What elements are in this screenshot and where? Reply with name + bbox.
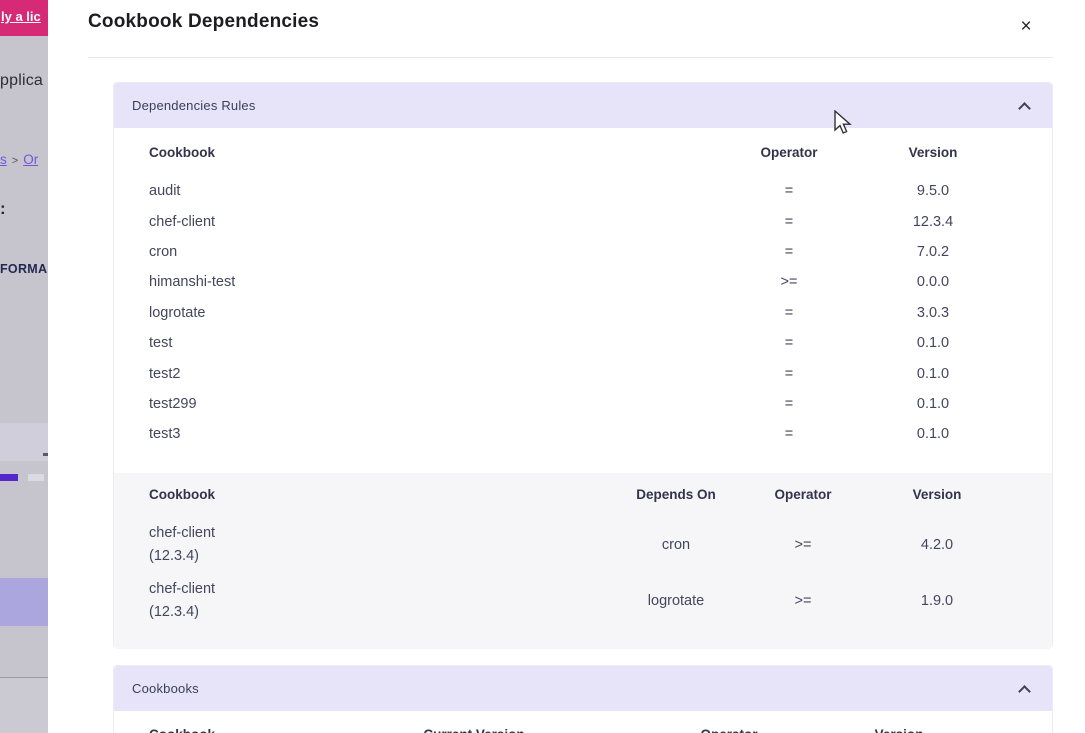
background-title-snippet: : [0, 199, 6, 219]
table-row: test = 0.1.0 [114, 328, 1052, 358]
col-header-cookbook: Cookbook [149, 128, 215, 176]
screen: ly a lic pplica s > Or : FORMA Cookbook De… [0, 0, 1085, 733]
cell-version: 12.3.4 [913, 206, 953, 236]
cell-cookbook: himanshi-test [149, 267, 235, 297]
cell-operator: >= [795, 573, 812, 629]
modal-title: Cookbook Dependencies [88, 11, 319, 33]
cell-operator: = [785, 358, 793, 388]
close-icon[interactable]: × [1013, 14, 1039, 40]
cell-cookbook: cron [149, 237, 177, 267]
chevron-up-icon [1018, 100, 1030, 112]
dependencies-rules-header[interactable]: Dependencies Rules [114, 83, 1052, 128]
title-divider [88, 57, 1053, 58]
cell-operator: = [785, 176, 793, 206]
col-header-cookbook: Cookbook [149, 473, 215, 517]
cookbooks-title: Cookbooks [132, 681, 199, 696]
cell-version: 7.0.2 [917, 237, 949, 267]
cookbooks-table-header: Cookbook Current Version Operator Versio… [114, 711, 1052, 733]
breadcrumb-link-org[interactable]: Or [23, 152, 38, 167]
cell-version: 4.2.0 [921, 517, 953, 573]
cell-operator: = [785, 237, 793, 267]
table-row: chef-client = 12.3.4 [114, 206, 1052, 236]
dimmed-background-page: ly a lic pplica s > Or : FORMA [0, 0, 48, 733]
cell-version: 3.0.3 [917, 298, 949, 328]
cell-version: 0.1.0 [917, 358, 949, 388]
background-panel-fragment [0, 423, 48, 461]
col-header-version: Version [913, 473, 962, 517]
background-selected-row [0, 578, 48, 626]
dependencies-rules-card: Dependencies Rules Cookbook Operator Ver… [113, 82, 1053, 648]
cell-version: 0.1.0 [917, 419, 949, 449]
background-tab-snippet: FORMA [0, 262, 47, 276]
col-header-operator: Operator [774, 473, 831, 517]
cookbooks-header[interactable]: Cookbooks [114, 666, 1052, 711]
col-header-depends-on: Depends On [636, 473, 716, 517]
rules-table: Cookbook Operator Version audit = 9.5.0 … [114, 128, 1052, 450]
license-banner-link[interactable]: ly a lic [1, 9, 41, 24]
table-row: chef-client(12.3.4) cron >= 4.2.0 [114, 517, 1052, 573]
cell-operator: >= [781, 267, 798, 297]
cell-depends-on: logrotate [648, 573, 704, 629]
chevron-up-icon [1018, 683, 1030, 695]
background-heading-snippet: pplica [0, 72, 43, 90]
depends-table-header: Cookbook Depends On Operator Version [114, 473, 1052, 517]
col-header-operator: Operator [760, 128, 817, 176]
cell-cookbook: logrotate [149, 298, 205, 328]
background-progress-bar-rest [28, 474, 44, 481]
col-header-operator: Operator [700, 727, 757, 733]
cell-version: 9.5.0 [917, 176, 949, 206]
table-row: audit = 9.5.0 [114, 176, 1052, 206]
table-row: logrotate = 3.0.3 [114, 298, 1052, 328]
cell-cookbook: audit [149, 176, 180, 206]
col-header-cookbook: Cookbook [149, 727, 215, 733]
cell-version: 0.1.0 [917, 328, 949, 358]
cell-cookbook: test3 [149, 419, 180, 449]
table-row: chef-client(12.3.4) logrotate >= 1.9.0 [114, 573, 1052, 629]
cookbooks-card: Cookbooks Cookbook Current Version Opera… [113, 665, 1053, 733]
table-row: himanshi-test >= 0.0.0 [114, 267, 1052, 297]
cell-operator: = [785, 389, 793, 419]
background-row-fragment [0, 678, 48, 733]
cell-operator: = [785, 206, 793, 236]
table-row: test2 = 0.1.0 [114, 358, 1052, 388]
table-row: test299 = 0.1.0 [114, 389, 1052, 419]
cell-version: 1.9.0 [921, 573, 953, 629]
cell-cookbook: test2 [149, 358, 180, 388]
col-header-version: Version [909, 128, 958, 176]
cell-cookbook: test [149, 328, 172, 358]
breadcrumb: s > Or [0, 152, 38, 167]
background-progress-bar-active [0, 474, 18, 481]
col-header-version: Version [875, 727, 924, 733]
depends-on-table: Cookbook Depends On Operator Version che… [114, 473, 1052, 649]
cell-version: 0.0.0 [917, 267, 949, 297]
cell-cookbook: test299 [149, 389, 197, 419]
table-row: test3 = 0.1.0 [114, 419, 1052, 449]
breadcrumb-link-left[interactable]: s [0, 152, 7, 167]
col-header-current-version: Current Version [423, 727, 524, 733]
cell-operator: >= [795, 517, 812, 573]
license-banner: ly a lic [0, 0, 48, 36]
rules-table-header: Cookbook Operator Version [114, 128, 1052, 176]
dependencies-rules-title: Dependencies Rules [132, 98, 256, 113]
cookbook-dependencies-modal: Cookbook Dependencies × Dependencies Rul… [48, 0, 1085, 733]
breadcrumb-separator-icon: > [12, 155, 18, 167]
cell-cookbook: chef-client(12.3.4) [149, 573, 215, 629]
cell-depends-on: cron [662, 517, 690, 573]
cell-operator: = [785, 328, 793, 358]
cell-operator: = [785, 419, 793, 449]
cell-operator: = [785, 298, 793, 328]
cell-cookbook: chef-client(12.3.4) [149, 517, 215, 573]
table-row: cron = 7.0.2 [114, 237, 1052, 267]
cell-cookbook: chef-client [149, 206, 215, 236]
cell-version: 0.1.0 [917, 389, 949, 419]
